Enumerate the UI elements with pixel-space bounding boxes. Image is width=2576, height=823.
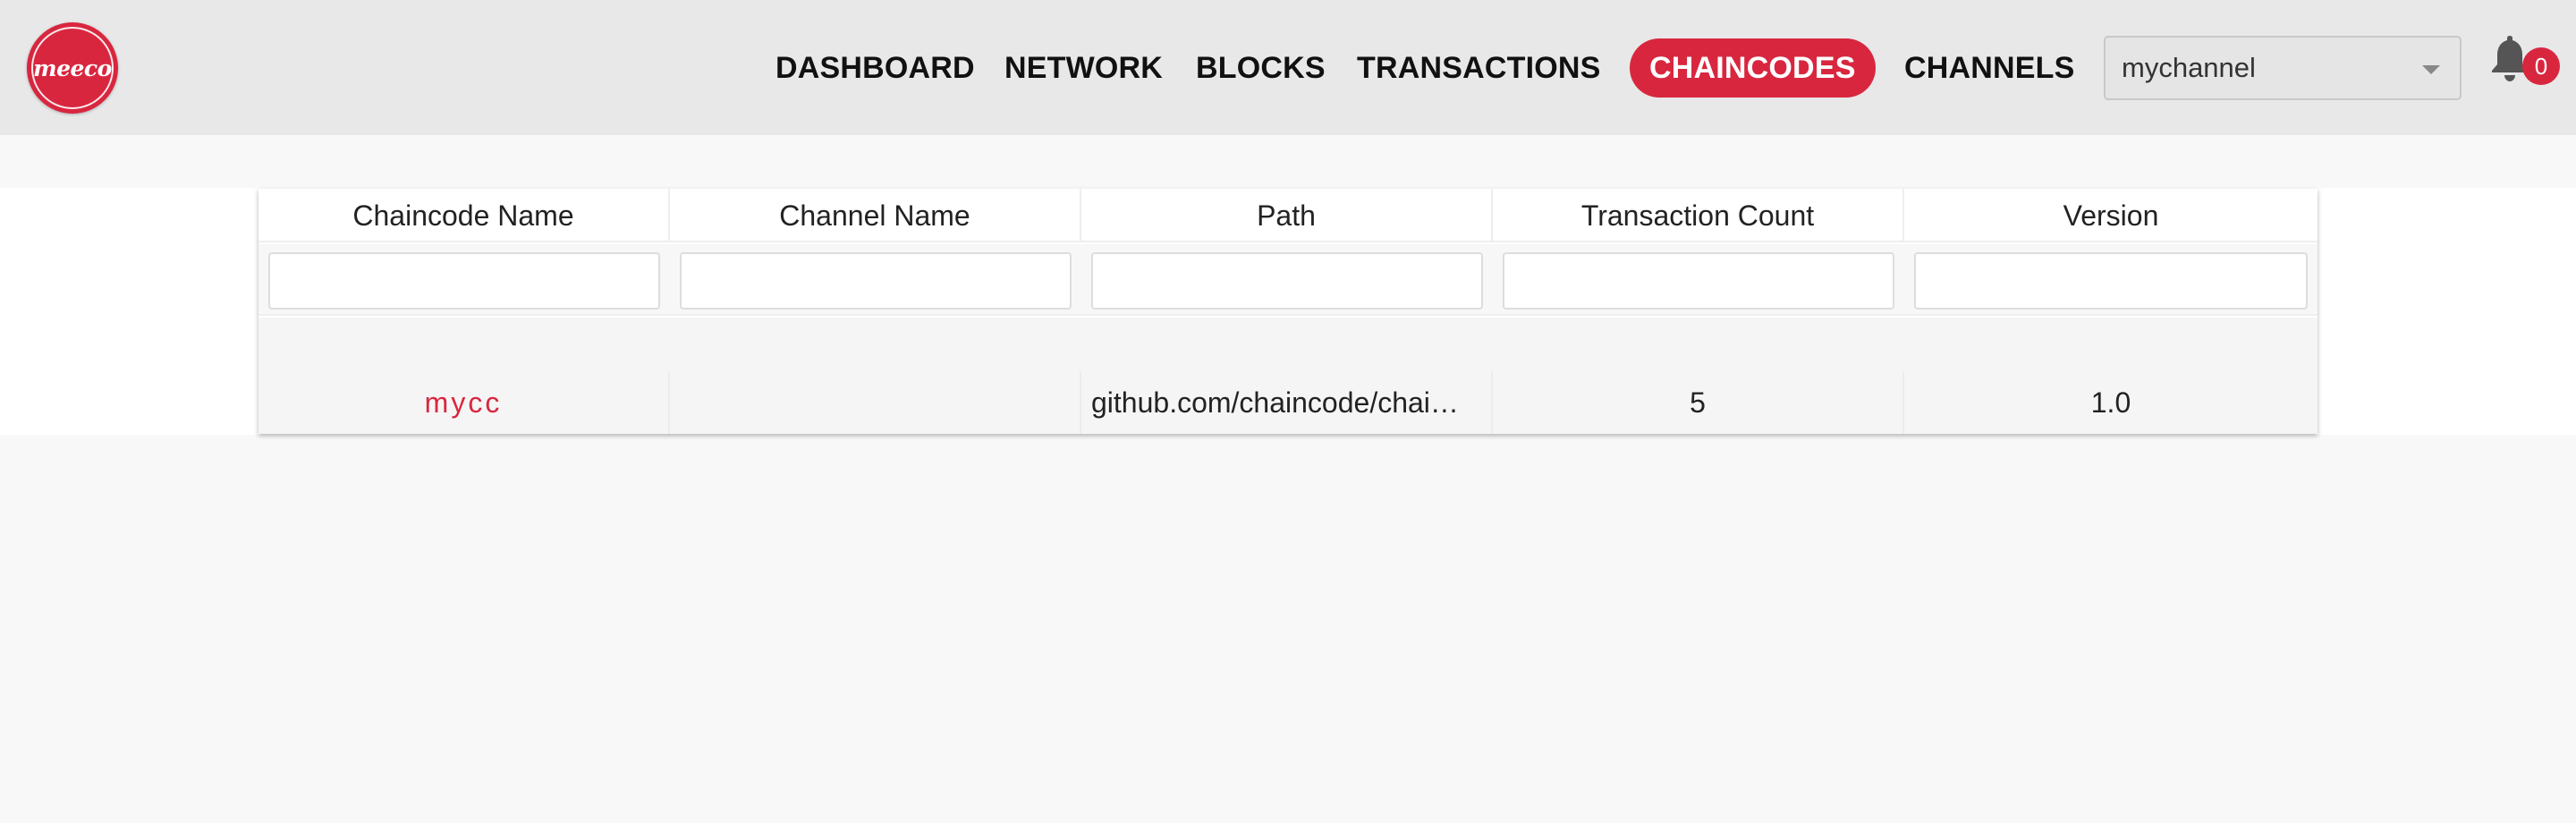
table-body: mycc github.com/chaincode/chaincode_exam… [258,318,2318,434]
cell-path: github.com/chaincode/chaincode_example02… [1081,371,1493,434]
filter-version-input[interactable] [1914,252,2308,310]
cell-channel-name [670,371,1081,434]
chevron-down-icon [2422,65,2440,74]
filter-chaincode-name-input[interactable] [268,252,660,310]
cell-chaincode-name[interactable]: mycc [258,371,670,434]
col-channel-name[interactable]: Channel Name [670,189,1081,242]
nav-network[interactable]: NETWORK [1004,38,1163,98]
col-version[interactable]: Version [1904,189,2318,242]
channel-select-value: mychannel [2122,52,2256,83]
table-header: Chaincode Name Channel Name Path Transac… [258,189,2318,242]
col-transaction-count[interactable]: Transaction Count [1493,189,1904,242]
filter-row [258,244,2318,316]
notification-badge[interactable]: 0 [2522,47,2560,85]
cell-version: 1.0 [2090,386,2131,419]
cell-transaction-count: 5 [1493,371,1904,434]
filter-transaction-count-input[interactable] [1503,252,1894,310]
top-navbar: meeco DASHBOARD NETWORK BLOCKS TRANSACTI… [0,0,2576,135]
channel-select[interactable]: mychannel [2104,36,2462,100]
logo-text: meeco [33,55,112,81]
col-chaincode-name[interactable]: Chaincode Name [258,189,670,242]
filter-channel-name-input[interactable] [680,252,1072,310]
nav-dashboard[interactable]: DASHBOARD [775,38,975,98]
nav-blocks[interactable]: BLOCKS [1196,38,1326,98]
nav-chaincodes[interactable]: CHAINCODES [1630,38,1876,98]
nav-channels[interactable]: CHANNELS [1904,38,2075,98]
nav-transactions[interactable]: TRANSACTIONS [1357,38,1601,98]
col-path[interactable]: Path [1081,189,1493,242]
filter-path-input[interactable] [1091,252,1483,310]
chaincodes-table: Chaincode Name Channel Name Path Transac… [258,189,2318,434]
meeco-logo[interactable]: meeco [27,22,118,114]
